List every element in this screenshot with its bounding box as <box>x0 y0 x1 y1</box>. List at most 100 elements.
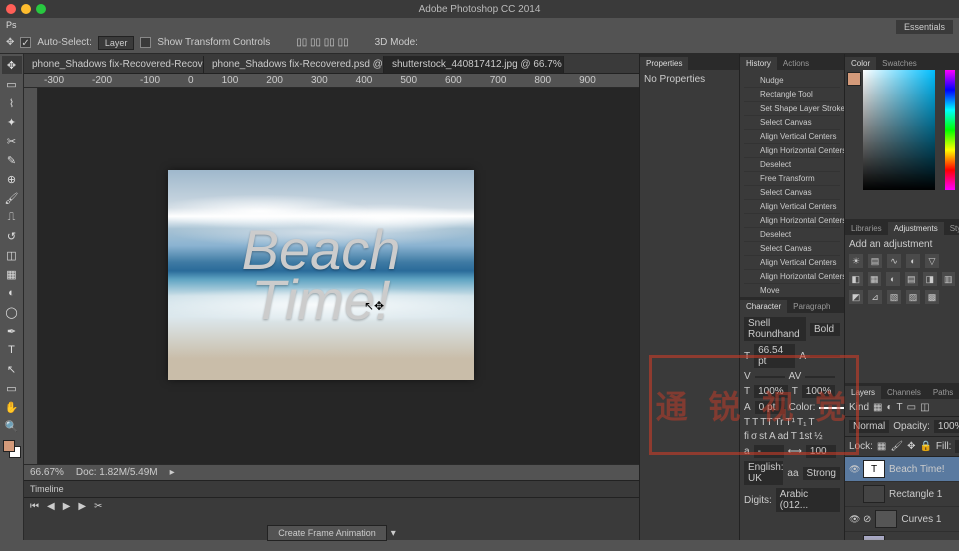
history-item[interactable]: Align Vertical Centers <box>744 256 840 270</box>
eyedropper-tool[interactable]: ✎ <box>2 151 22 169</box>
history-item[interactable]: Deselect <box>744 158 840 172</box>
color-panel[interactable] <box>845 70 959 219</box>
doc-tab-2[interactable]: phone_Shadows fix-Recovered.psd @ 8.33% … <box>204 56 384 73</box>
lock-pos-icon[interactable]: ✥ <box>907 441 915 452</box>
filter-adj-icon[interactable]: ◐ <box>886 402 892 413</box>
layer-name[interactable]: Beach Time! <box>889 464 945 475</box>
leading-field[interactable] <box>810 355 840 357</box>
filter-type-icon[interactable]: T <box>897 402 903 413</box>
history-item[interactable]: Align Horizontal Centers <box>744 144 840 158</box>
visibility-icon[interactable]: 👁 <box>849 514 859 525</box>
close-window-icon[interactable] <box>6 4 16 14</box>
move-tool[interactable]: ✥ <box>2 56 22 74</box>
zoom-tool[interactable]: 🔍 <box>2 417 22 435</box>
layer-name[interactable]: Curves 1 <box>901 514 941 525</box>
align-icons[interactable]: ▯▯ ▯▯ ▯▯ ▯▯ <box>296 37 348 48</box>
type-tool[interactable]: T <box>2 341 22 359</box>
actions-tab[interactable]: Actions <box>777 57 815 70</box>
curves-icon[interactable]: ∿ <box>887 254 901 268</box>
lock-pixel-icon[interactable]: 🖌 <box>890 441 903 452</box>
swatches-tab[interactable]: Swatches <box>876 57 923 70</box>
levels-icon[interactable]: ▤ <box>868 254 882 268</box>
crop-tool[interactable]: ✂ <box>2 132 22 150</box>
hand-tool[interactable]: ✋ <box>2 398 22 416</box>
workspace-switcher[interactable]: Essentials <box>896 20 953 34</box>
auto-select-checkbox[interactable]: ✓ <box>20 37 31 48</box>
anti-alias-dropdown[interactable]: Strong <box>803 467 840 480</box>
lasso-tool[interactable]: ⌇ <box>2 94 22 112</box>
filter-pixel-icon[interactable]: ▦ <box>873 402 882 413</box>
baseline-field[interactable]: 0 pt <box>755 401 785 414</box>
doc-tab-1[interactable]: phone_Shadows fix-Recovered-Recovered.ps… <box>24 56 204 73</box>
layer-item-rect[interactable]: Rectangle 1 <box>845 482 959 507</box>
dodge-tool[interactable]: ◯ <box>2 303 22 321</box>
hue-slider[interactable] <box>945 70 955 190</box>
tl-play-icon[interactable]: ▶ <box>63 501 71 512</box>
canvas-viewport[interactable]: Beach Time! ↖✥ <box>38 88 639 464</box>
color-swatches[interactable] <box>3 440 21 458</box>
history-item[interactable]: Select Canvas <box>744 242 840 256</box>
history-item[interactable]: Align Vertical Centers <box>744 200 840 214</box>
app-menu-icon[interactable]: Ps <box>6 20 17 30</box>
layer-item-text[interactable]: 👁 T Beach Time! <box>845 457 959 482</box>
visibility-icon[interactable]: 👁 <box>849 464 859 475</box>
history-item[interactable]: Select Canvas <box>744 186 840 200</box>
history-item[interactable]: Move <box>744 284 840 297</box>
lock-trans-icon[interactable]: ▦ <box>877 441 886 452</box>
styles-tab[interactable]: Styles <box>944 222 959 235</box>
filter-smart-icon[interactable]: ◫ <box>920 402 929 413</box>
shape-tool[interactable]: ▭ <box>2 379 22 397</box>
history-item[interactable]: Align Horizontal Centers <box>744 270 840 284</box>
auto-select-dropdown[interactable]: Layer <box>98 36 135 50</box>
adjustments-tab[interactable]: Adjustments <box>888 222 944 235</box>
color-field[interactable] <box>863 70 935 190</box>
wand-tool[interactable]: ✦ <box>2 113 22 131</box>
create-animation-button[interactable]: Create Frame Animation <box>267 525 387 541</box>
layer-item-bg[interactable]: 👁 Layer 0 <box>845 532 959 540</box>
h-scale-field[interactable]: 100% <box>802 385 836 398</box>
minimize-window-icon[interactable] <box>21 4 31 14</box>
paragraph-tab[interactable]: Paragraph <box>787 300 836 313</box>
tl-prev-icon[interactable]: ◀ <box>47 501 55 512</box>
show-transform-checkbox[interactable] <box>140 37 151 48</box>
history-list[interactable]: NudgeRectangle ToolSet Shape Layer Strok… <box>740 70 844 297</box>
canvas[interactable]: Beach Time! <box>168 170 474 380</box>
text-color-swatch[interactable] <box>819 407 844 409</box>
paths-tab[interactable]: Paths <box>927 386 959 399</box>
blend-mode-dropdown[interactable]: Normal <box>849 420 889 433</box>
history-tab[interactable]: History <box>740 57 777 70</box>
path-tool[interactable]: ↖ <box>2 360 22 378</box>
layer-name[interactable]: Rectangle 1 <box>889 489 942 500</box>
history-item[interactable]: Free Transform <box>744 172 840 186</box>
layers-tab[interactable]: Layers <box>845 386 881 399</box>
history-item[interactable]: Nudge <box>744 74 840 88</box>
layer-item-curves[interactable]: 👁 ⊘ Curves 1 <box>845 507 959 532</box>
brush-tool[interactable]: 🖌 <box>2 189 22 207</box>
current-color-swatch[interactable] <box>847 72 861 86</box>
stamp-tool[interactable]: ⎍ <box>2 208 22 226</box>
channels-tab[interactable]: Channels <box>881 386 927 399</box>
v-scale-field[interactable]: 100% <box>754 385 788 398</box>
dropdown-icon[interactable]: ▾ <box>391 528 396 539</box>
character-tab[interactable]: Character <box>740 300 787 313</box>
fill-field[interactable]: 100% <box>955 440 959 453</box>
filter-shape-icon[interactable]: ▭ <box>907 402 916 413</box>
font-size-field[interactable]: 66.54 pt <box>754 344 795 368</box>
history-item[interactable]: Align Horizontal Centers <box>744 214 840 228</box>
eraser-tool[interactable]: ◫ <box>2 246 22 264</box>
history-item[interactable]: Rectangle Tool <box>744 88 840 102</box>
tl-split-icon[interactable]: ✂ <box>94 501 102 512</box>
digits-dropdown[interactable]: Arabic (012... <box>776 488 840 512</box>
bold-button[interactable]: T <box>744 417 750 428</box>
marquee-tool[interactable]: ▭ <box>2 75 22 93</box>
libraries-tab[interactable]: Libraries <box>845 222 888 235</box>
status-arrow-icon[interactable]: ▸ <box>170 467 175 478</box>
history-item[interactable]: Select Canvas <box>744 116 840 130</box>
foreground-swatch[interactable] <box>3 440 15 452</box>
tl-first-icon[interactable]: ⏮ <box>30 501 39 512</box>
font-style-dropdown[interactable]: Bold <box>810 323 840 336</box>
zoom-level[interactable]: 66.67% <box>30 467 64 478</box>
history-item[interactable]: Set Shape Layer Stroke <box>744 102 840 116</box>
gradient-tool[interactable]: ▦ <box>2 265 22 283</box>
history-item[interactable]: Deselect <box>744 228 840 242</box>
